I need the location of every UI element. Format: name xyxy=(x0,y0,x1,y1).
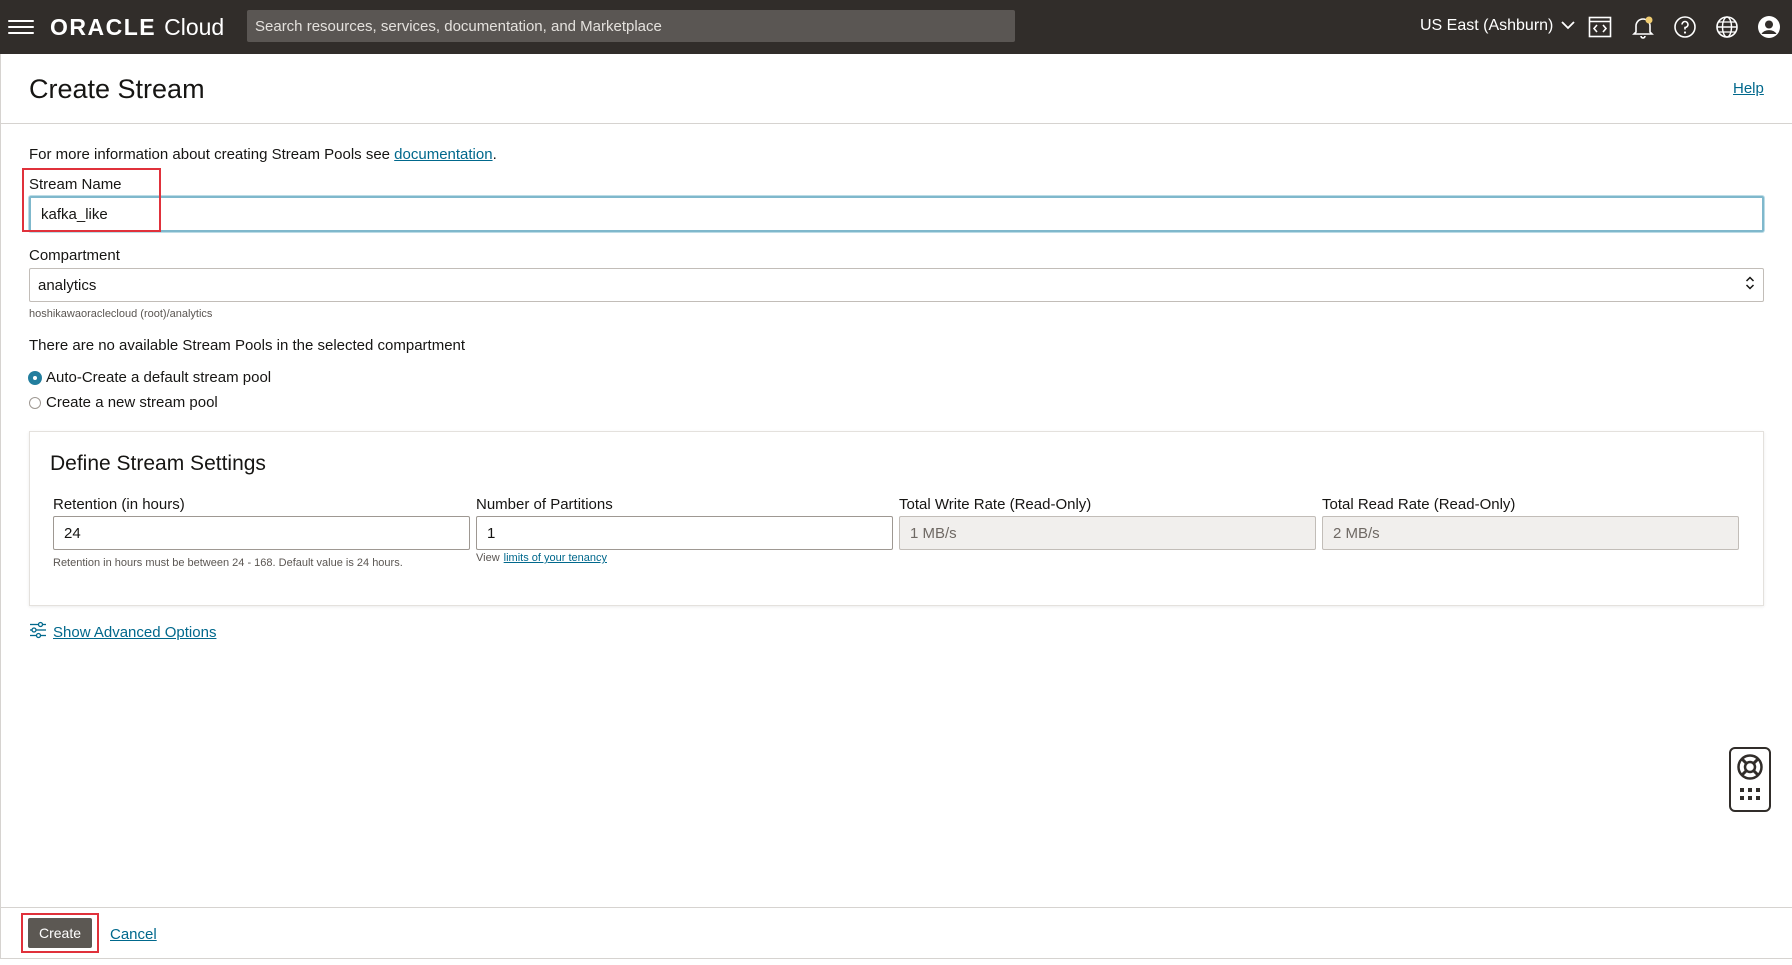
radio-unselected-icon[interactable] xyxy=(29,396,41,409)
brand-oracle: ORACLE xyxy=(50,13,157,40)
header-divider xyxy=(0,123,1792,124)
region-selector[interactable]: US East (Ashburn) xyxy=(1420,17,1576,35)
page-title: Create Stream xyxy=(29,74,205,104)
read-rate-input xyxy=(1322,516,1739,550)
user-avatar-icon[interactable] xyxy=(1754,12,1784,42)
show-advanced-options[interactable]: Show Advanced Options xyxy=(29,621,216,644)
retention-label: Retention (in hours) xyxy=(53,496,185,513)
retention-input[interactable] xyxy=(53,516,470,550)
help-link[interactable]: Help xyxy=(1733,80,1764,97)
radio-create-new-label: Create a new stream pool xyxy=(46,394,218,411)
radio-auto-create-label: Auto-Create a default stream pool xyxy=(46,369,272,386)
search-input[interactable] xyxy=(247,10,1015,42)
chevron-down-icon xyxy=(1561,17,1576,35)
tenancy-hint: View limits of your tenancy xyxy=(476,552,607,564)
radio-create-new[interactable]: Create a new stream pool xyxy=(29,394,218,411)
globe-icon[interactable] xyxy=(1712,12,1742,42)
show-advanced-options-label: Show Advanced Options xyxy=(53,624,217,641)
no-pools-notice: There are no available Stream Pools in t… xyxy=(29,337,466,354)
region-label: US East (Ashburn) xyxy=(1420,17,1554,34)
retention-hint: Retention in hours must be between 24 - … xyxy=(53,557,403,569)
radio-auto-create[interactable]: Auto-Create a default stream pool xyxy=(29,369,271,386)
partitions-input[interactable] xyxy=(476,516,893,550)
stream-name-input[interactable] xyxy=(29,196,1764,232)
info-suffix: . xyxy=(492,146,497,163)
bottom-border xyxy=(0,958,1792,959)
compartment-value: analytics xyxy=(38,276,97,294)
help-circle-icon[interactable] xyxy=(1670,12,1700,42)
info-text: For more information about creating Stre… xyxy=(29,146,497,163)
cancel-link[interactable]: Cancel xyxy=(110,926,157,943)
write-rate-label: Total Write Rate (Read-Only) xyxy=(899,496,1092,513)
code-editor-icon[interactable] xyxy=(1585,12,1615,42)
lifebuoy-icon xyxy=(1736,753,1764,786)
top-bar: ORACLE Cloud US East (Ashburn) xyxy=(0,0,1792,54)
help-widget[interactable] xyxy=(1729,747,1771,812)
partitions-label: Number of Partitions xyxy=(476,496,613,513)
tenancy-limits-link[interactable]: limits of your tenancy xyxy=(504,552,607,564)
compartment-label: Compartment xyxy=(29,247,120,264)
read-rate-label: Total Read Rate (Read-Only) xyxy=(1322,496,1516,513)
stream-name-highlight xyxy=(22,168,161,232)
menu-icon[interactable] xyxy=(8,16,34,38)
documentation-link[interactable]: documentation xyxy=(394,146,492,163)
footer-divider xyxy=(0,907,1792,908)
grid-dots-icon xyxy=(1739,787,1761,806)
brand-cloud: Cloud xyxy=(164,13,225,40)
compartment-path: hoshikawaoraclecloud (root)/analytics xyxy=(29,308,213,320)
left-border xyxy=(0,54,1,959)
sliders-icon xyxy=(29,621,47,644)
write-rate-input xyxy=(899,516,1316,550)
bell-icon[interactable] xyxy=(1628,12,1658,42)
tenancy-prefix: View xyxy=(476,552,500,564)
oracle-cloud-logo[interactable]: ORACLE Cloud xyxy=(50,13,224,41)
select-arrows-icon xyxy=(1745,275,1755,295)
radio-selected-icon[interactable] xyxy=(29,371,41,384)
compartment-select[interactable]: analytics xyxy=(29,268,1764,302)
info-prefix: For more information about creating Stre… xyxy=(29,146,395,163)
create-button-highlight xyxy=(21,913,99,953)
settings-title: Define Stream Settings xyxy=(50,452,266,475)
